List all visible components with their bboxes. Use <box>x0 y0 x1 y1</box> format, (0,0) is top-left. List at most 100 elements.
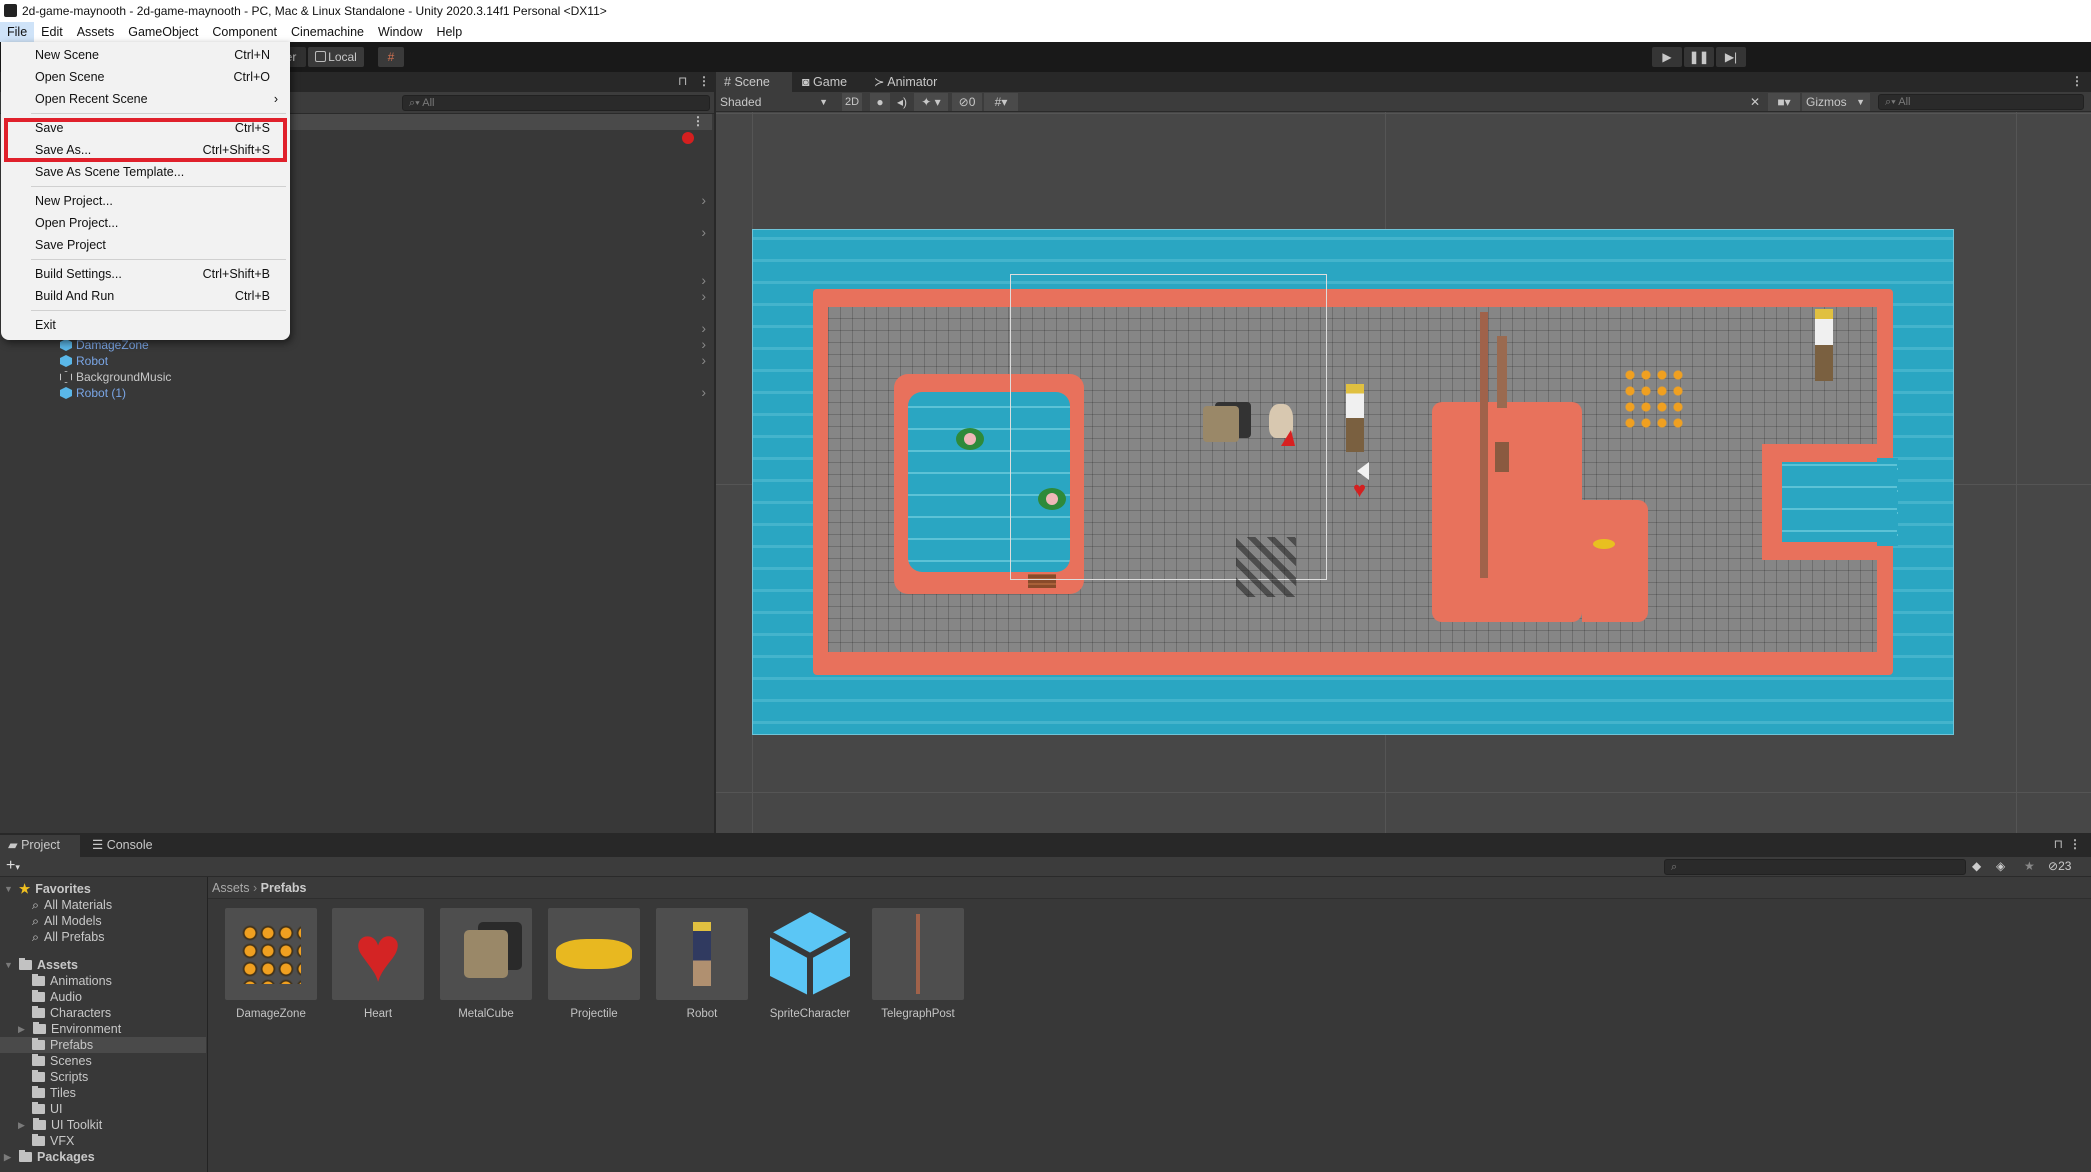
tree-folder[interactable]: ▶ UI Toolkit <box>18 1117 102 1133</box>
menu-edit[interactable]: Edit <box>34 22 70 42</box>
robot-1-sprite <box>1815 309 1833 381</box>
hierarchy-item-robot[interactable]: Robot <box>60 353 108 369</box>
menu-help[interactable]: Help <box>429 22 469 42</box>
filter-by-type-icon[interactable]: ◆ <box>1972 859 1981 873</box>
project-search-input[interactable]: ⌕ <box>1664 859 1966 875</box>
tab-scene[interactable]: # Scene <box>716 72 792 92</box>
menu-item-build-and-run[interactable]: Build And Run Ctrl+B <box>1 285 290 307</box>
tab-project[interactable]: ▰ Project <box>0 835 80 857</box>
expand-chevron-icon[interactable]: › <box>701 336 706 352</box>
asset-projectile[interactable]: Projectile <box>548 908 640 1020</box>
lighting-toggle[interactable]: ● <box>870 93 890 111</box>
more-options-icon[interactable]: ⋮ <box>698 74 710 88</box>
tree-folder[interactable]: Animations <box>32 973 112 989</box>
asset-spritecharacter[interactable]: SpriteCharacter <box>764 908 856 1020</box>
asset-thumbnail <box>225 908 317 1000</box>
asset-robot[interactable]: Robot <box>656 908 748 1020</box>
grid-snap-button[interactable]: # <box>378 47 404 67</box>
gizmos-dropdown[interactable]: Gizmos ▼ <box>1802 93 1870 111</box>
expand-chevron-icon[interactable]: › <box>701 320 706 336</box>
menu-item-open-project[interactable]: Open Project... <box>1 212 290 234</box>
hierarchy-search-input[interactable]: ⌕▾ All <box>402 95 710 111</box>
play-button[interactable]: ▶ <box>1652 47 1682 67</box>
scene-dirty-icon <box>682 132 694 144</box>
menu-item-new-scene[interactable]: New Scene Ctrl+N <box>1 44 290 66</box>
breadcrumb-assets[interactable]: Assets <box>212 881 250 895</box>
hierarchy-item-backgroundmusic[interactable]: BackgroundMusic <box>60 369 171 385</box>
draw-mode-dropdown[interactable]: Shaded ▼ <box>718 93 834 111</box>
pause-button[interactable]: ❚❚ <box>1684 47 1714 67</box>
favorite-star-icon[interactable]: ★ <box>2024 859 2035 873</box>
expand-chevron-icon[interactable]: › <box>701 224 706 240</box>
tree-folder[interactable]: Scripts <box>32 1069 88 1085</box>
hidden-packages-toggle[interactable]: ⊘23 <box>2048 859 2071 873</box>
menu-file[interactable]: File <box>0 22 35 42</box>
tree-folder[interactable]: Characters <box>32 1005 111 1021</box>
asset-telegraphpost[interactable]: TelegraphPost <box>872 908 964 1020</box>
menu-cinemachine[interactable]: Cinemachine <box>284 22 371 42</box>
menu-component[interactable]: Component <box>205 22 284 42</box>
audio-toggle[interactable]: ◂) <box>892 93 912 111</box>
hidden-objects-toggle[interactable]: ⊘0 <box>952 93 982 111</box>
menu-item-new-project[interactable]: New Project... <box>1 190 290 212</box>
tree-folder[interactable]: ▶ Environment <box>18 1021 121 1037</box>
menu-item-save-as-scene-template[interactable]: Save As Scene Template... <box>1 161 290 183</box>
asset-metalcube[interactable]: MetalCube <box>440 908 532 1020</box>
menu-window[interactable]: Window <box>371 22 429 42</box>
scene-options-icon[interactable]: ⋮ <box>692 114 704 128</box>
collapsed-triangle-icon: ▶ <box>18 1120 25 1130</box>
breadcrumb-prefabs[interactable]: Prefabs <box>261 881 307 895</box>
more-options-icon[interactable]: ⋮ <box>2069 837 2081 851</box>
menu-gameobject[interactable]: GameObject <box>121 22 205 42</box>
space-toggle[interactable]: Local <box>308 47 364 67</box>
step-button[interactable]: ▶| <box>1716 47 1746 67</box>
grid-line <box>716 792 2091 793</box>
tab-animator[interactable]: ≻ Animator <box>866 72 945 92</box>
menu-assets[interactable]: Assets <box>70 22 122 42</box>
more-options-icon[interactable]: ⋮ <box>2071 74 2083 88</box>
tools-button[interactable]: ✕ <box>1744 93 1766 111</box>
scene-search-input[interactable]: ⌕▾ All <box>1878 94 2084 110</box>
tree-favorite-item[interactable]: ⌕ All Prefabs <box>32 929 104 945</box>
tree-assets[interactable]: ▼ Assets <box>4 957 78 973</box>
tree-folder[interactable]: Audio <box>32 989 82 1005</box>
panel-divider[interactable] <box>207 877 208 1172</box>
toggle-2d-button[interactable]: 2D <box>842 93 862 111</box>
asset-damagezone[interactable]: DamageZone <box>225 908 317 1020</box>
scene-viewport[interactable]: ♥ <box>716 112 2091 833</box>
pause-icon: ❚❚ <box>1688 50 1710 64</box>
tree-folder[interactable]: Scenes <box>32 1053 92 1069</box>
menu-item-build-settings[interactable]: Build Settings... Ctrl+Shift+B <box>1 263 290 285</box>
menu-item-save-project[interactable]: Save Project <box>1 234 290 256</box>
camera-dropdown[interactable]: ■▾ <box>1768 93 1800 111</box>
folder-icon <box>32 1134 45 1146</box>
expand-chevron-icon[interactable]: › <box>701 352 706 368</box>
expand-chevron-icon[interactable]: › <box>701 272 706 288</box>
asset-heart[interactable]: ♥ Heart <box>332 908 424 1020</box>
expand-chevron-icon[interactable]: › <box>701 192 706 208</box>
expand-chevron-icon[interactable]: › <box>701 288 706 304</box>
tree-favorite-item[interactable]: ⌕ All Models <box>32 913 102 929</box>
tree-folder[interactable]: Tiles <box>32 1085 76 1101</box>
lock-icon[interactable]: ⊓ <box>678 74 687 88</box>
grid-dropdown[interactable]: #▾ <box>984 93 1018 111</box>
tab-game[interactable]: ◙ Game <box>794 72 855 92</box>
effects-dropdown[interactable]: ✦ ▾ <box>914 93 948 111</box>
tree-folder[interactable]: VFX <box>32 1133 74 1149</box>
lock-icon[interactable]: ⊓ <box>2054 837 2063 851</box>
menu-item-exit[interactable]: Exit <box>1 314 290 336</box>
search-icon: ⌕▾ <box>409 97 423 109</box>
tree-folder[interactable]: UI <box>32 1101 63 1117</box>
tree-packages[interactable]: ▶ Packages <box>4 1149 95 1165</box>
menu-item-open-scene[interactable]: Open Scene Ctrl+O <box>1 66 290 88</box>
tree-favorites[interactable]: ▼ ★ Favorites <box>4 881 91 897</box>
tab-console[interactable]: ☰ Console <box>84 835 161 855</box>
hierarchy-item-robot-1[interactable]: Robot (1) <box>60 385 126 401</box>
tree-folder-prefabs-selected[interactable]: Prefabs <box>32 1037 93 1053</box>
grid-line <box>2016 112 2017 833</box>
menu-item-open-recent-scene[interactable]: Open Recent Scene › <box>1 88 290 110</box>
create-add-button[interactable]: +▾ <box>6 857 20 875</box>
expand-chevron-icon[interactable]: › <box>701 384 706 400</box>
tree-favorite-item[interactable]: ⌕ All Materials <box>32 897 112 913</box>
filter-by-label-icon[interactable]: ◈ <box>1996 859 2005 873</box>
